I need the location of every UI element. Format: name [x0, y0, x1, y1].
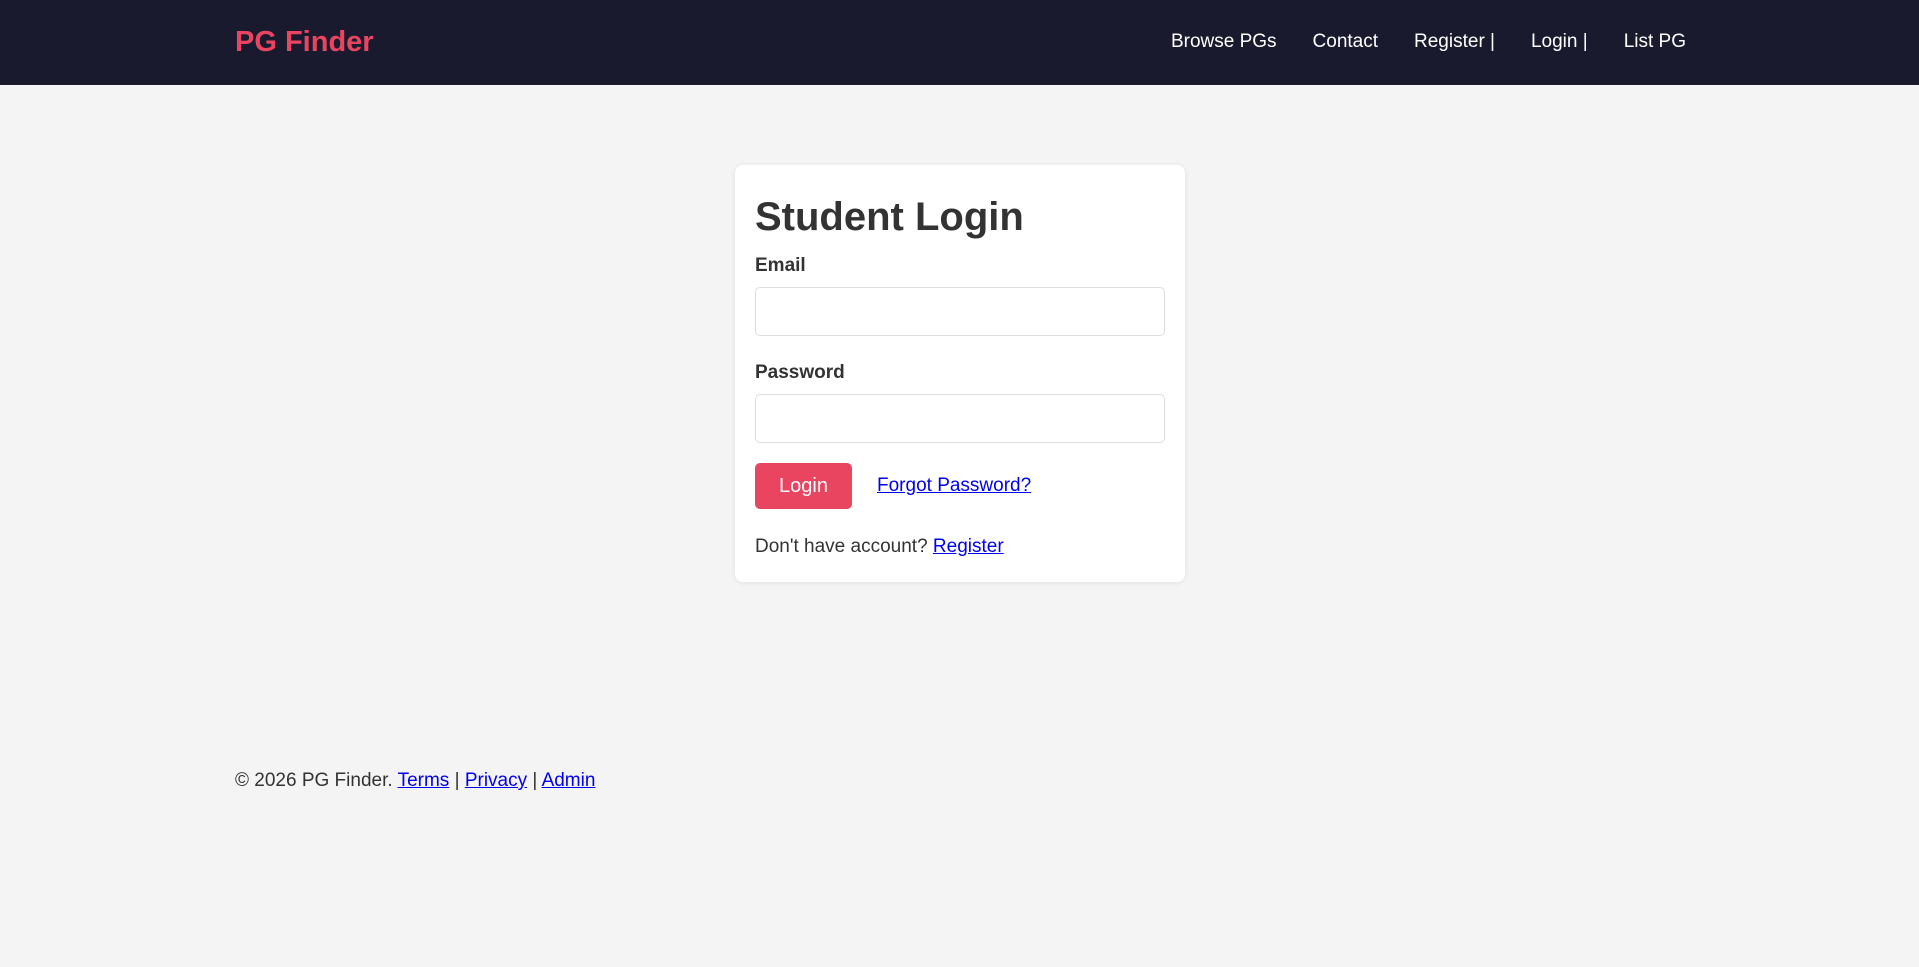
register-link[interactable]: Register: [933, 536, 1004, 557]
no-account-text: Don't have account?: [755, 536, 933, 557]
login-card: Student Login Email Password Login Forgo…: [735, 165, 1185, 582]
footer-admin-link[interactable]: Admin: [542, 770, 596, 791]
brand-logo[interactable]: PG Finder: [235, 24, 374, 60]
password-field[interactable]: [755, 394, 1165, 443]
page-title: Student Login: [755, 195, 1024, 239]
forgot-password-link[interactable]: Forgot Password?: [877, 473, 1031, 499]
footer-separator: |: [527, 770, 542, 791]
nav-login[interactable]: Login |: [1531, 28, 1588, 56]
footer: © 2026 PG Finder. Terms | Privacy | Admi…: [235, 768, 595, 794]
footer-privacy-link[interactable]: Privacy: [465, 770, 527, 791]
nav-browse-pgs[interactable]: Browse PGs: [1171, 28, 1277, 56]
email-field[interactable]: [755, 287, 1165, 336]
register-prompt: Don't have account? Register: [755, 534, 1004, 560]
email-label: Email: [755, 255, 806, 276]
navbar: PG Finder Browse PGs Contact Register | …: [0, 0, 1919, 85]
nav-register[interactable]: Register |: [1414, 28, 1495, 56]
password-label: Password: [755, 362, 845, 383]
nav-links: Browse PGs Contact Register | Login | Li…: [1171, 28, 1686, 56]
footer-separator: |: [449, 770, 465, 791]
nav-list-pg[interactable]: List PG: [1624, 28, 1686, 56]
login-button[interactable]: Login: [755, 463, 852, 509]
nav-contact[interactable]: Contact: [1313, 28, 1378, 56]
footer-terms-link[interactable]: Terms: [398, 770, 450, 791]
footer-copyright: © 2026 PG Finder.: [235, 770, 398, 791]
